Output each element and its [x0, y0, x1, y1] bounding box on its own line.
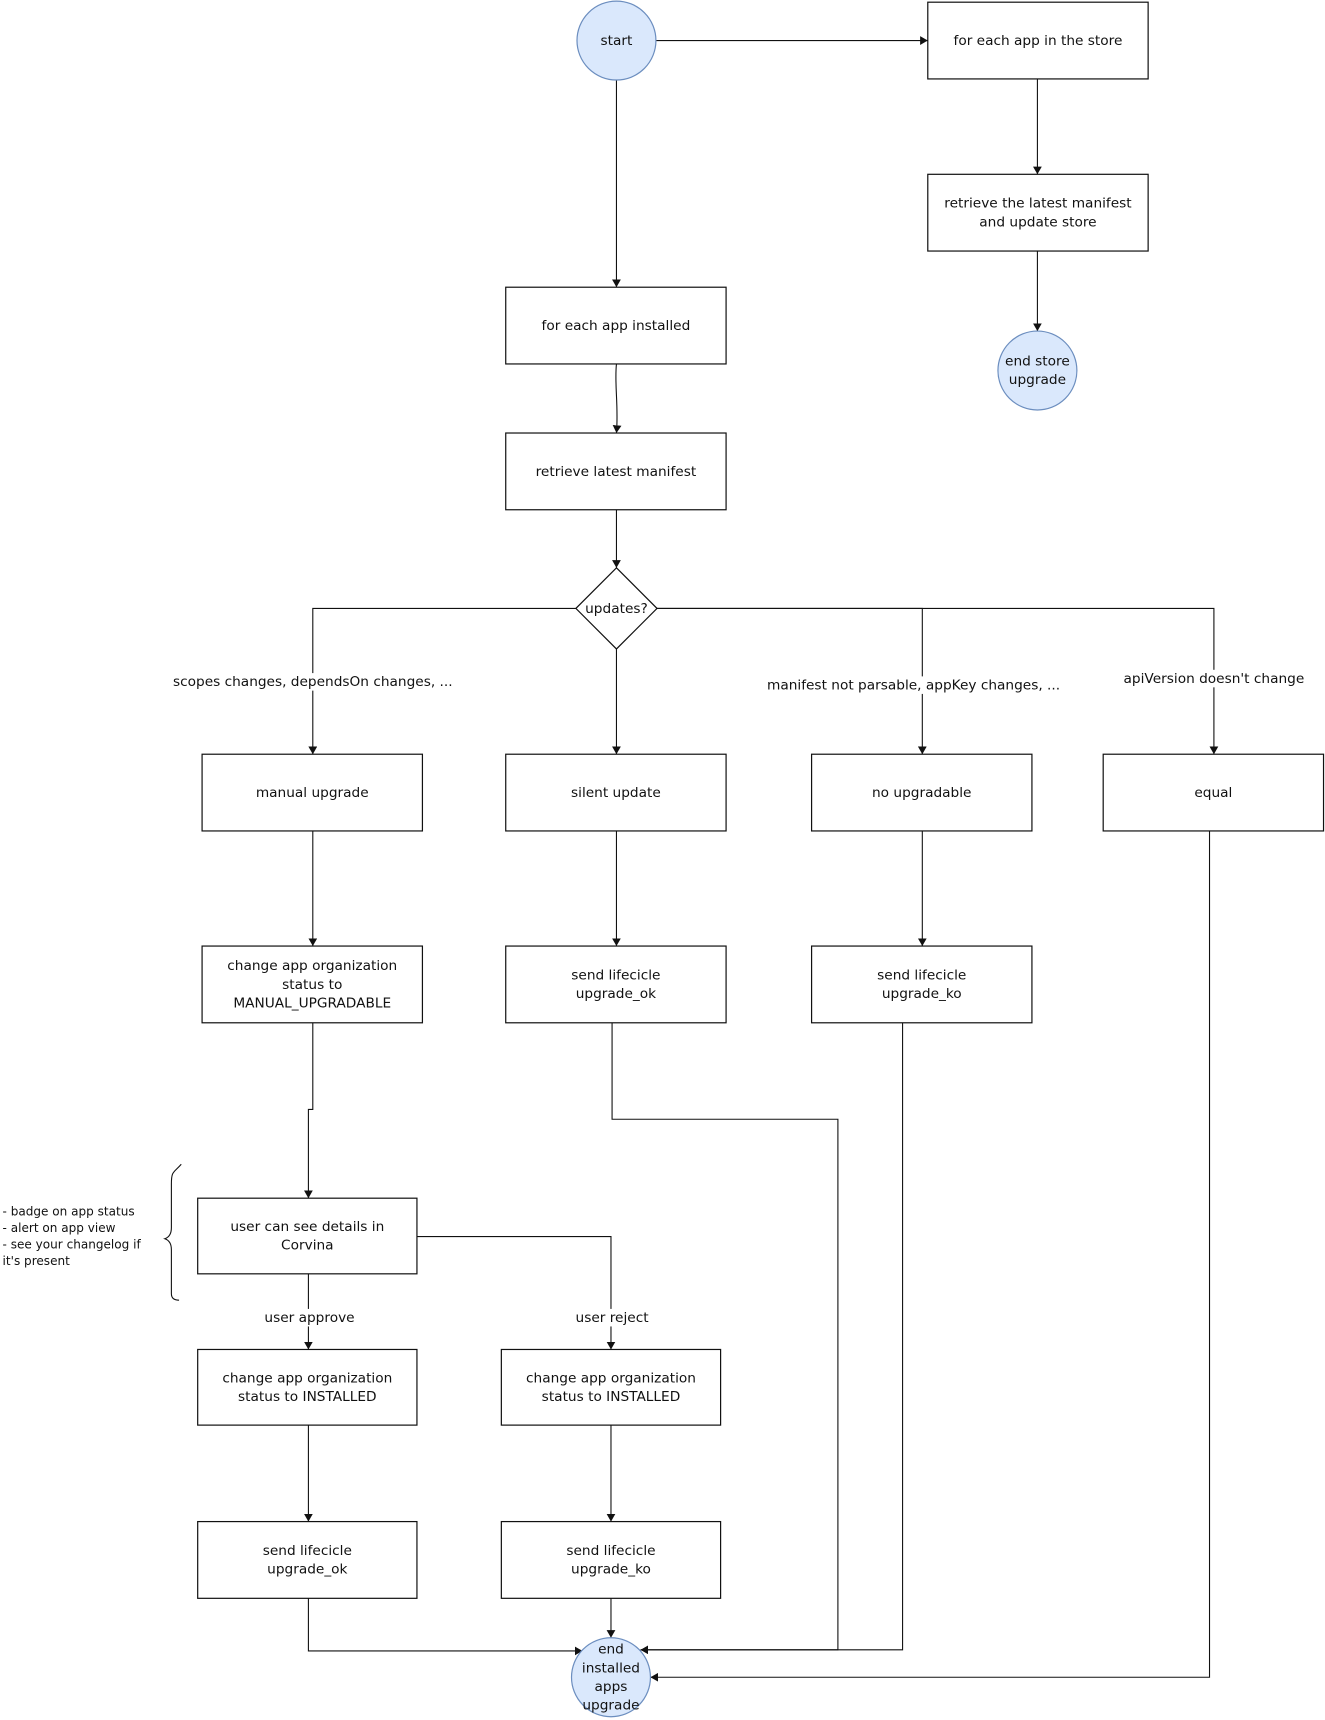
node-label: updates? [585, 601, 648, 617]
node-manual-status[interactable]: change app organization status to MANUAL_U… [201, 945, 424, 1024]
annotation-note: - badge on app status - alert on app view… [3, 1163, 182, 1301]
node-store-loop[interactable]: for each app in the store [927, 1, 1149, 80]
edge-label-approve: user approve [264, 1310, 354, 1326]
node-equal[interactable]: equal [1102, 753, 1325, 832]
node-label: send lifecicle [566, 1543, 655, 1559]
node-label: for each app installed [542, 318, 691, 334]
node-label: send lifecicle [571, 967, 660, 983]
node-label: change app organization [526, 1370, 696, 1386]
node-label: upgrade_ko [571, 1562, 651, 1578]
node-label: retrieve the latest manifest [944, 196, 1132, 212]
connector-arrow [304, 1022, 314, 1199]
node-label: and update store [979, 214, 1096, 230]
node-label: user can see details in [230, 1219, 384, 1235]
edge-label-noupg: manifest not parsable, appKey changes, .… [767, 678, 1060, 694]
node-label: send lifecicle [263, 1543, 352, 1559]
node-label: manual upgrade [256, 785, 369, 801]
node-label: send lifecicle [877, 967, 966, 983]
node-label: upgrade [1009, 372, 1066, 388]
node-user-details[interactable]: user can see details in Corvina [197, 1197, 418, 1275]
node-noupg-send[interactable]: send lifecicle upgrade_ko [810, 945, 1033, 1024]
node-label: end store [1005, 354, 1070, 370]
note-line: it's present [3, 1254, 71, 1268]
node-label: upgrade [582, 1698, 639, 1714]
note-line: - badge on app status [3, 1205, 135, 1219]
node-store-end[interactable]: end store upgrade [997, 330, 1078, 411]
node-label: retrieve latest manifest [536, 464, 697, 480]
node-label: status to [282, 977, 342, 993]
node-end[interactable]: end installed apps upgrade [570, 1637, 652, 1718]
node-reject-send[interactable]: send lifecicle upgrade_ko [500, 1520, 722, 1599]
connector-arrow [307, 1598, 583, 1656]
node-label: equal [1194, 785, 1232, 801]
node-label: no upgradable [872, 785, 971, 801]
note-line: - see your changelog if [3, 1238, 142, 1252]
connector-arrow [612, 363, 622, 434]
node-installed-loop[interactable]: for each app installed [505, 286, 727, 365]
connector-arrow [416, 1236, 616, 1350]
node-manual[interactable]: manual upgrade [201, 753, 424, 832]
node-retrieve[interactable]: retrieve latest manifest [505, 432, 727, 511]
edge-label-equal: apiVersion doesn't change [1124, 671, 1305, 687]
node-label: apps [595, 1679, 628, 1695]
edge-label-reject: user reject [576, 1310, 650, 1326]
node-label: upgrade_ok [267, 1562, 347, 1578]
note-line: - alert on app view [3, 1221, 116, 1235]
node-label: for each app in the store [954, 33, 1123, 49]
node-label: change app organization [222, 1370, 392, 1386]
node-start[interactable]: start [576, 0, 657, 81]
node-approve-status[interactable]: change app organization status to INSTALL… [197, 1348, 418, 1426]
node-label: status to INSTALLED [238, 1389, 377, 1405]
flowchart: start for each app in the store retrieve t… [3, 0, 1325, 1718]
node-label: end [598, 1642, 624, 1658]
node-decision[interactable]: updates? [575, 566, 658, 650]
node-reject-status[interactable]: change app organization status to INSTALL… [500, 1348, 722, 1426]
node-silent[interactable]: silent update [505, 753, 727, 832]
node-label: MANUAL_UPGRADABLE [233, 995, 391, 1011]
node-noupg[interactable]: no upgradable [810, 753, 1033, 832]
node-label: silent update [571, 785, 661, 801]
node-approve-send[interactable]: send lifecicle upgrade_ok [197, 1520, 418, 1599]
node-label: upgrade_ok [576, 986, 656, 1002]
node-label: installed [582, 1660, 640, 1676]
node-store-retrieve[interactable]: retrieve the latest manifest and update s… [927, 173, 1149, 252]
node-label: start [601, 33, 634, 49]
node-silent-send[interactable]: send lifecicle upgrade_ok [505, 945, 727, 1024]
edge-label-manual: scopes changes, dependsOn changes, ... [173, 674, 453, 690]
node-label: upgrade_ko [882, 986, 962, 1002]
node-label: Corvina [281, 1238, 334, 1254]
node-label: status to INSTALLED [542, 1389, 681, 1405]
node-label: change app organization [227, 958, 397, 974]
